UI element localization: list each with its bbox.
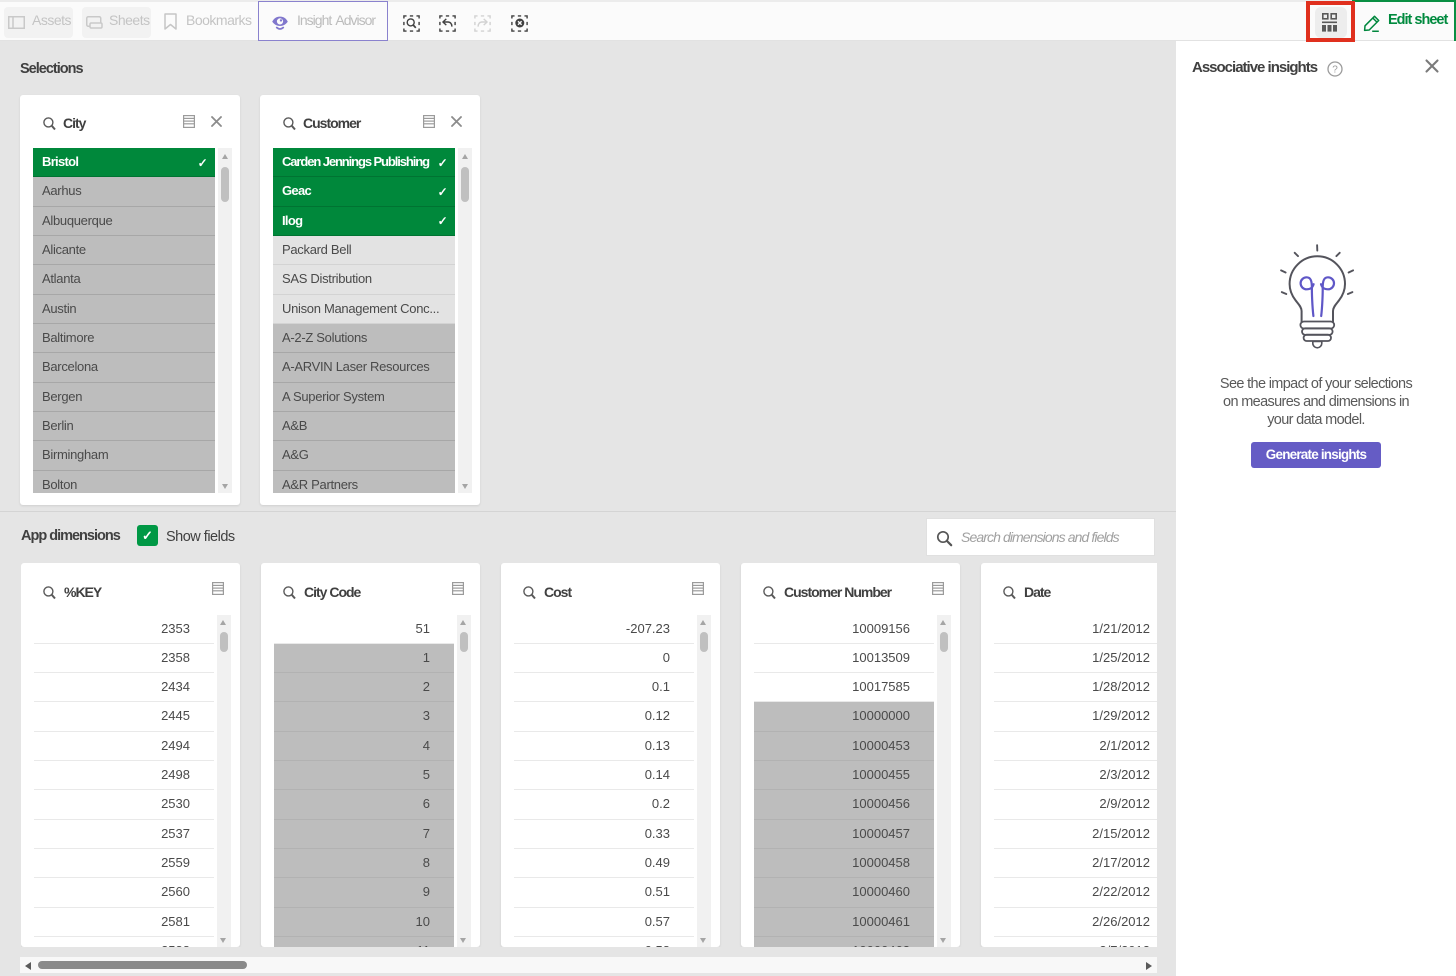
svg-text:?: ? (1332, 65, 1338, 76)
